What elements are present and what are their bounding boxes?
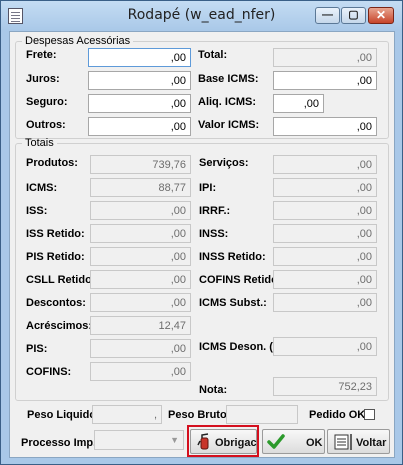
- pis-retido-field: ,00: [90, 247, 191, 266]
- icms-deson-label: ICMS Deson. (-):: [199, 341, 284, 353]
- voltar-label: Voltar: [356, 437, 387, 449]
- icms-label: ICMS:: [26, 182, 58, 194]
- inss-retido-field: ,00: [273, 247, 377, 266]
- icms-subst-label: ICMS Subst.:: [199, 297, 267, 309]
- produtos-field: 739,76: [90, 155, 191, 174]
- pis-retido-label: PIS Retido:: [26, 251, 85, 263]
- processo-imp-label: Processo Imp.:: [21, 437, 100, 449]
- servicos-field: ,00: [273, 155, 377, 174]
- servicos-label: Serviços:: [199, 157, 249, 169]
- csll-retido-label: CSLL Retido:: [26, 274, 96, 286]
- total-field: ,00: [273, 48, 377, 67]
- maximize-button[interactable]: ▢: [341, 7, 366, 24]
- ok-label: OK: [306, 437, 323, 449]
- base-icms-label: Base ICMS:: [198, 73, 259, 85]
- iss-retido-label: ISS Retido:: [26, 228, 85, 240]
- outros-label: Outros:: [26, 119, 66, 131]
- pis-field: ,00: [90, 339, 191, 358]
- ipi-label: IPI:: [199, 182, 217, 194]
- iss-field: ,00: [90, 201, 191, 220]
- produtos-label: Produtos:: [26, 157, 78, 169]
- base-icms-field[interactable]: ,00: [273, 71, 377, 90]
- minimize-icon: —: [322, 9, 333, 21]
- peso-bruto-field: [226, 405, 298, 424]
- csll-retido-field: ,00: [90, 270, 191, 289]
- aliq-icms-field[interactable]: ,00: [273, 94, 324, 113]
- seguro-label: Seguro:: [26, 96, 68, 108]
- descontos-label: Descontos:: [26, 297, 86, 309]
- peso-liquido-label: Peso Liquido:: [27, 409, 100, 421]
- cofins-label: COFINS:: [26, 366, 72, 378]
- valor-icms-field[interactable]: ,00: [273, 117, 377, 136]
- cofins-field: ,00: [90, 362, 191, 381]
- aliq-icms-label: Aliq. ICMS:: [198, 96, 257, 108]
- pis-label: PIS:: [26, 343, 48, 355]
- nota-label: Nota:: [199, 384, 228, 396]
- frete-field[interactable]: ,00: [88, 48, 191, 67]
- list-return-icon: [334, 434, 352, 450]
- minimize-button[interactable]: —: [315, 7, 340, 24]
- pedido-ok-label: Pedido OK: [309, 409, 366, 421]
- checkmark-icon: [267, 434, 285, 449]
- iss-label: ISS:: [26, 205, 48, 217]
- peso-bruto-label: Peso Bruto:: [168, 409, 231, 421]
- ok-button[interactable]: OK: [262, 429, 325, 454]
- maximize-icon: ▢: [348, 9, 359, 21]
- cofins-retido-label: COFINS Retido:: [199, 274, 282, 286]
- obrigac-highlight: [187, 425, 259, 457]
- icms-deson-field: ,00: [273, 337, 377, 356]
- processo-imp-select[interactable]: ▼: [94, 430, 184, 450]
- irrf-field: ,00: [273, 201, 377, 220]
- pedido-ok-checkbox[interactable]: [364, 409, 375, 420]
- close-button[interactable]: ✕: [368, 7, 394, 24]
- acrescimos-label: Acréscimos:: [26, 320, 93, 332]
- total-label: Total:: [198, 49, 228, 61]
- irrf-label: IRRF.:: [199, 205, 231, 217]
- inss-retido-label: INSS Retido:: [199, 251, 266, 263]
- frete-label: Frete:: [26, 49, 57, 61]
- iss-retido-field: ,00: [90, 224, 191, 243]
- totais-group: Totais: [15, 137, 389, 401]
- peso-liquido-field: ,: [92, 405, 162, 424]
- ipi-field: ,00: [273, 178, 377, 197]
- totais-legend: Totais: [25, 137, 54, 149]
- chevron-down-icon: ▼: [170, 435, 179, 445]
- cofins-retido-field: ,00: [273, 270, 377, 289]
- icms-subst-field: ,00: [273, 293, 377, 312]
- outros-field[interactable]: ,00: [88, 117, 191, 136]
- despesas-legend: Despesas Acessórias: [25, 35, 131, 47]
- juros-label: Juros:: [26, 73, 60, 85]
- descontos-field: ,00: [90, 293, 191, 312]
- acrescimos-field: 12,47: [90, 316, 191, 335]
- seguro-field[interactable]: ,00: [88, 94, 191, 113]
- valor-icms-label: Valor ICMS:: [198, 119, 260, 131]
- title-bar[interactable]: Rodapé (w_ead_nfer) — ▢ ✕: [1, 1, 402, 31]
- juros-field[interactable]: ,00: [88, 71, 191, 90]
- voltar-button[interactable]: Voltar: [327, 429, 390, 454]
- close-icon: ✕: [375, 8, 387, 22]
- nota-field: 752,23: [273, 377, 377, 396]
- inss-field: ,00: [273, 224, 377, 243]
- icms-field: 88,77: [90, 178, 191, 197]
- rodape-window: Rodapé (w_ead_nfer) — ▢ ✕ Despesas Acess…: [0, 0, 403, 465]
- inss-label: INSS:: [199, 228, 229, 240]
- form-body: Despesas Acessórias Frete: ,00 Juros: ,0…: [9, 31, 395, 458]
